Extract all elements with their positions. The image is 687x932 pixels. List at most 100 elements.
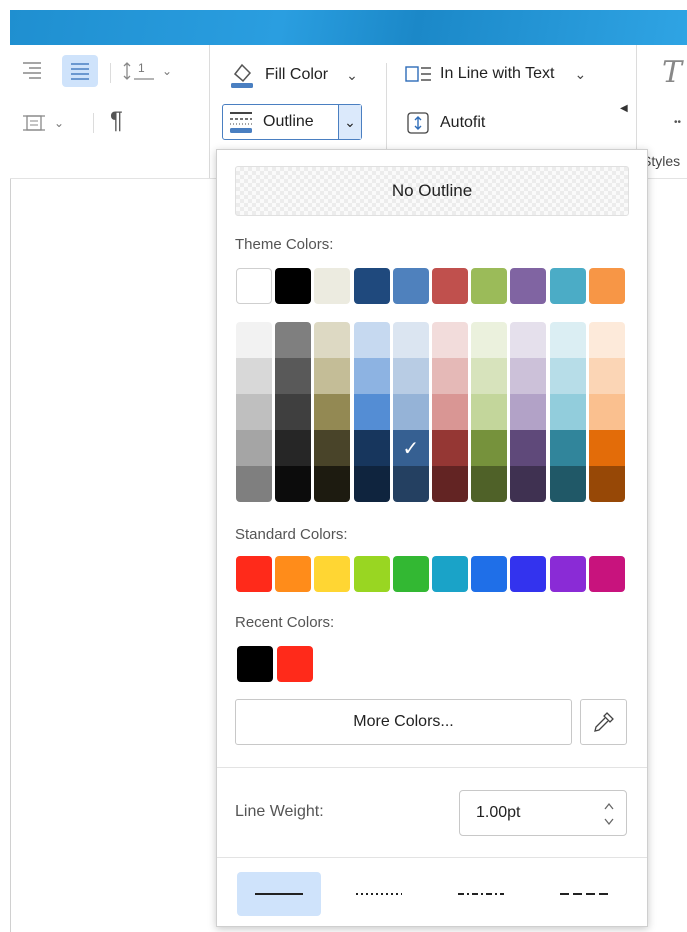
theme-shade-swatch[interactable] xyxy=(588,394,625,430)
standard-color-swatch[interactable] xyxy=(275,556,312,592)
theme-shade-swatch[interactable] xyxy=(353,394,390,430)
outline-button[interactable]: Outline ⌄ xyxy=(222,104,362,140)
theme-shade-swatch[interactable] xyxy=(432,430,468,466)
more-colors-label: More Colors... xyxy=(353,713,454,730)
theme-shade-swatch[interactable] xyxy=(392,466,429,502)
theme-shade-swatch[interactable] xyxy=(549,466,586,502)
theme-shade-swatch[interactable] xyxy=(314,358,351,394)
theme-color-swatch[interactable] xyxy=(510,268,547,304)
line-style-dash-dot-button[interactable] xyxy=(439,872,523,916)
theme-shade-swatch[interactable] xyxy=(588,358,625,394)
theme-color-swatch[interactable] xyxy=(353,268,390,304)
standard-color-swatch[interactable] xyxy=(588,556,625,592)
theme-shade-swatch[interactable] xyxy=(549,358,586,394)
autofit-button[interactable]: Autofit xyxy=(406,111,485,135)
theme-shade-swatch[interactable] xyxy=(392,358,429,394)
theme-shade-swatch[interactable] xyxy=(432,358,468,394)
more-colors-button[interactable]: More Colors... xyxy=(235,699,572,745)
recent-color-swatch[interactable] xyxy=(237,646,273,682)
theme-shade-swatch[interactable] xyxy=(471,430,508,466)
theme-shade-swatch[interactable] xyxy=(353,322,390,358)
theme-shade-swatch[interactable] xyxy=(236,430,272,466)
outline-label: Outline xyxy=(263,113,314,130)
autofit-label: Autofit xyxy=(440,114,486,131)
eyedropper-button[interactable] xyxy=(580,699,627,745)
standard-color-swatch[interactable] xyxy=(549,556,586,592)
standard-color-swatch[interactable] xyxy=(510,556,547,592)
theme-shade-swatch[interactable] xyxy=(236,322,272,358)
standard-color-swatch[interactable] xyxy=(236,556,272,592)
theme-color-swatch[interactable] xyxy=(275,268,312,304)
theme-shade-swatch[interactable] xyxy=(314,322,351,358)
theme-shade-swatch[interactable] xyxy=(432,322,468,358)
recent-colors-label: Recent Colors: xyxy=(235,614,335,631)
theme-shade-swatch[interactable] xyxy=(549,430,586,466)
theme-shade-swatch[interactable] xyxy=(275,430,312,466)
theme-shade-swatch[interactable] xyxy=(510,466,547,502)
theme-shade-swatch[interactable] xyxy=(275,394,312,430)
theme-shade-swatch[interactable] xyxy=(275,322,312,358)
theme-shade-swatch[interactable] xyxy=(236,358,272,394)
fill-color-button[interactable]: Fill Color ⌄ xyxy=(228,61,358,89)
theme-shade-swatch[interactable] xyxy=(314,430,351,466)
theme-color-swatch[interactable] xyxy=(392,268,429,304)
theme-shade-swatch[interactable] xyxy=(432,466,468,502)
line-style-dotted-button[interactable] xyxy=(337,872,421,916)
pilcrow-icon[interactable]: ¶ xyxy=(110,107,123,135)
standard-color-swatch[interactable] xyxy=(353,556,390,592)
theme-color-swatch[interactable] xyxy=(471,268,508,304)
justify-icon xyxy=(71,63,89,80)
theme-shade-swatch[interactable] xyxy=(549,394,586,430)
theme-shade-swatch[interactable] xyxy=(588,322,625,358)
theme-shade-swatch[interactable] xyxy=(432,394,468,430)
theme-shade-swatch[interactable] xyxy=(471,466,508,502)
theme-shade-swatch[interactable] xyxy=(275,466,312,502)
theme-color-swatch[interactable] xyxy=(549,268,586,304)
theme-color-swatch[interactable] xyxy=(588,268,625,304)
theme-shade-swatch[interactable] xyxy=(236,466,272,502)
standard-color-swatch[interactable] xyxy=(314,556,351,592)
theme-shade-swatch[interactable] xyxy=(392,322,429,358)
theme-shade-swatch[interactable] xyxy=(275,358,312,394)
standard-color-swatch[interactable] xyxy=(471,556,508,592)
recent-color-swatch[interactable] xyxy=(277,646,313,682)
line-style-dashed-button[interactable] xyxy=(543,872,627,916)
no-outline-button[interactable]: No Outline xyxy=(235,166,629,216)
line-spacing-button[interactable]: 1 ⌄ xyxy=(122,59,172,83)
theme-shade-swatch[interactable] xyxy=(236,394,272,430)
theme-shade-swatch[interactable] xyxy=(549,322,586,358)
theme-color-swatch[interactable] xyxy=(236,268,272,304)
theme-shade-swatch[interactable] xyxy=(471,322,508,358)
theme-shade-swatch[interactable] xyxy=(588,430,625,466)
theme-shade-swatch[interactable] xyxy=(588,466,625,502)
theme-shade-swatch[interactable] xyxy=(353,430,390,466)
theme-color-swatch[interactable] xyxy=(314,268,351,304)
theme-shade-swatch[interactable] xyxy=(353,466,390,502)
text-style-icon[interactable]: T xyxy=(662,55,682,90)
theme-shade-swatch[interactable] xyxy=(314,394,351,430)
line-weight-field[interactable]: 1.00pt xyxy=(459,790,627,836)
standard-color-swatch[interactable] xyxy=(432,556,468,592)
theme-shade-swatch[interactable] xyxy=(510,430,547,466)
theme-shade-swatch[interactable] xyxy=(353,358,390,394)
theme-color-swatch[interactable] xyxy=(432,268,468,304)
theme-shade-swatch[interactable] xyxy=(510,358,547,394)
line-style-solid-button[interactable] xyxy=(237,872,321,916)
paragraph-borders-button[interactable]: ⌄ xyxy=(22,111,64,135)
align-right-button[interactable] xyxy=(20,59,44,81)
wrap-text-button[interactable]: In Line with Text ⌄ xyxy=(404,63,586,85)
chevron-down-icon[interactable]: ⌄ xyxy=(338,105,361,139)
paint-bucket-icon xyxy=(231,63,253,88)
checkmark-icon: ✓ xyxy=(402,437,420,460)
theme-shade-swatch[interactable] xyxy=(510,394,547,430)
theme-shade-swatch[interactable] xyxy=(471,358,508,394)
theme-shade-swatch[interactable] xyxy=(392,394,429,430)
scroll-left-icon[interactable]: ◀ xyxy=(620,103,628,114)
justify-button[interactable] xyxy=(62,55,98,87)
standard-color-swatch[interactable] xyxy=(392,556,429,592)
spinner-icon[interactable] xyxy=(602,797,616,831)
theme-shade-swatch[interactable] xyxy=(471,394,508,430)
more-icon[interactable]: •• xyxy=(674,117,681,128)
theme-shade-swatch[interactable] xyxy=(510,322,547,358)
theme-shade-swatch[interactable] xyxy=(314,466,351,502)
